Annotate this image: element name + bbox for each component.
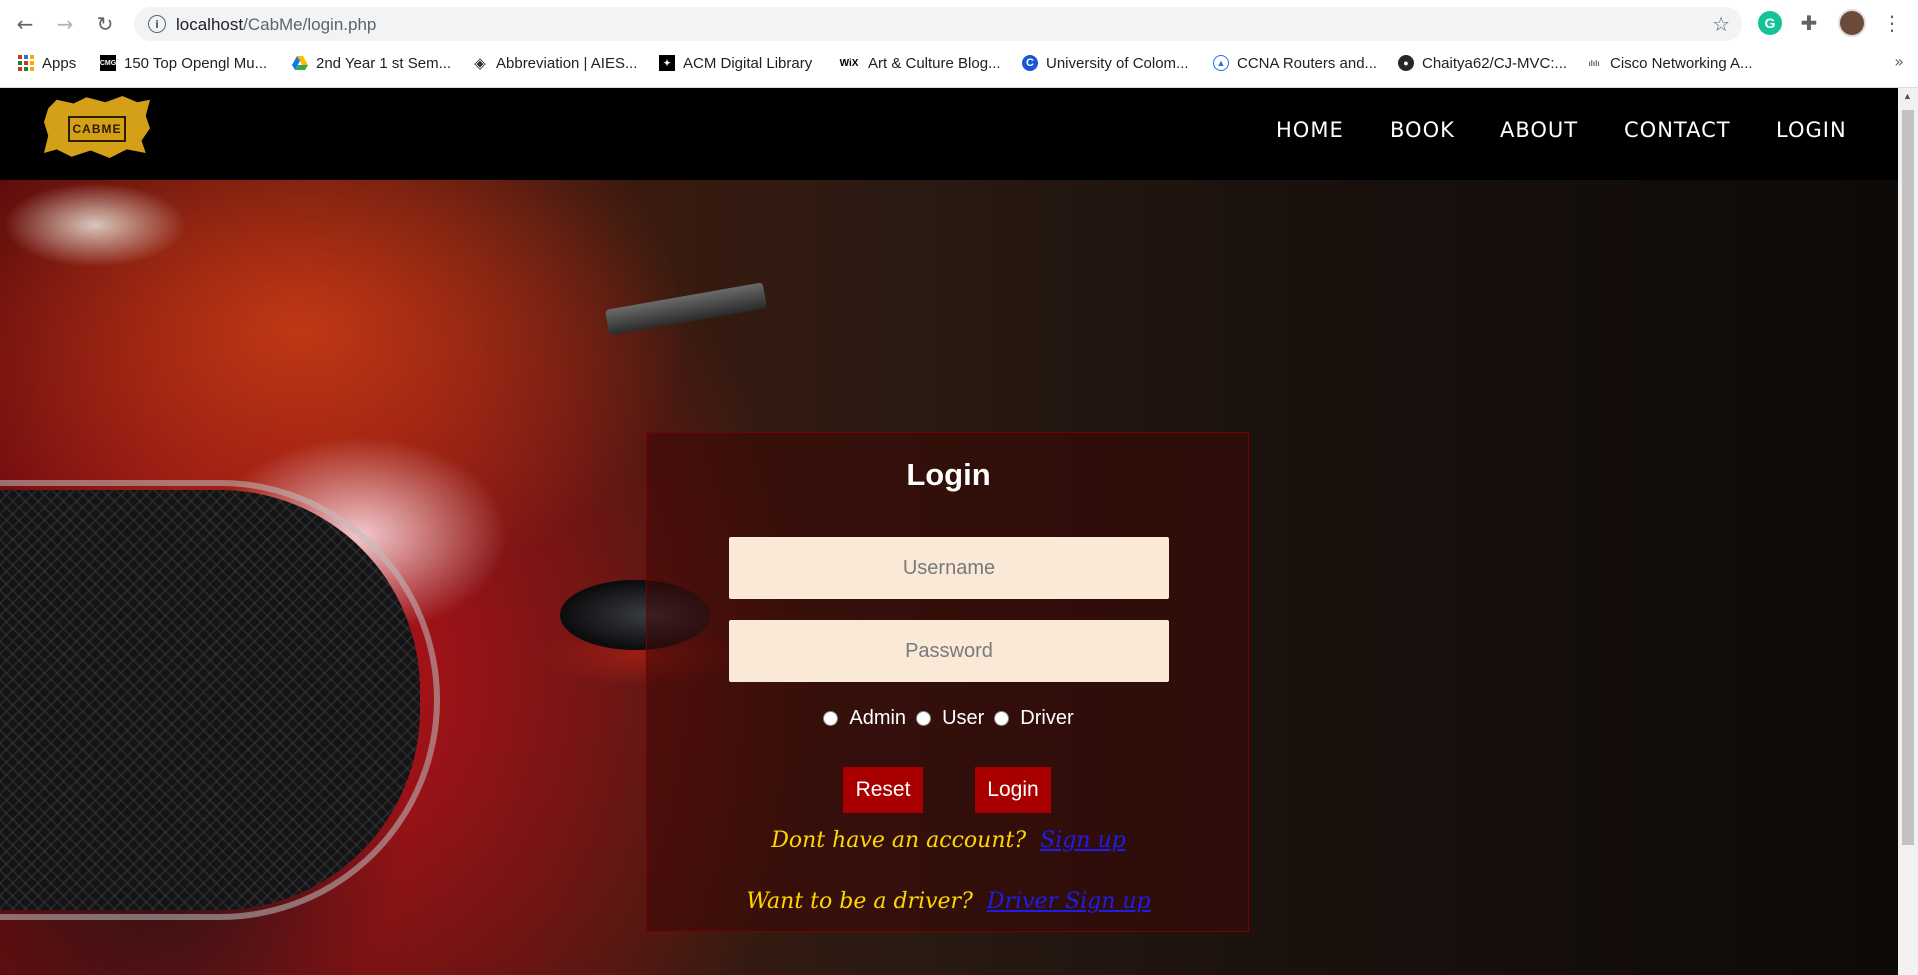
grammarly-extension-icon[interactable]: G xyxy=(1758,11,1782,35)
back-icon[interactable]: ← xyxy=(10,9,40,39)
reload-icon[interactable]: ↻ xyxy=(90,9,120,39)
login-title: Login xyxy=(906,457,991,492)
cmg-favicon: CMG xyxy=(100,55,116,71)
profile-avatar[interactable] xyxy=(1838,9,1866,37)
site-info-icon[interactable]: i xyxy=(148,15,166,33)
bookmark-item[interactable]: ılılı Cisco Networking A... xyxy=(1586,53,1753,73)
acm-favicon: ✦ xyxy=(659,55,675,71)
bookmark-item[interactable]: C University of Colom... xyxy=(1022,53,1189,73)
site-navbar: CABME HOME BOOK ABOUT CONTACT LOGIN xyxy=(0,88,1898,180)
bookmark-item[interactable]: 2nd Year 1 st Sem... xyxy=(292,53,451,73)
cisco-favicon: ılılı xyxy=(1588,58,1600,68)
password-input[interactable] xyxy=(729,620,1169,682)
role-user[interactable]: User xyxy=(916,707,984,730)
bookmark-label: Abbreviation | AIES... xyxy=(496,54,638,72)
url-text[interactable]: localhost/CabMe/login.php xyxy=(176,15,376,35)
hero-background-car-image: Login Admin User Driver Reset Login xyxy=(0,180,1898,975)
bookmark-apps[interactable]: Apps xyxy=(18,53,76,73)
extensions-puzzle-icon[interactable]: ✚ xyxy=(1797,11,1821,35)
cabme-logo[interactable]: CABME xyxy=(44,96,150,158)
logo-text: CABME xyxy=(68,116,126,142)
car-mirror xyxy=(604,282,768,336)
username-input[interactable] xyxy=(729,537,1169,599)
bookmark-item[interactable]: CMG 150 Top Opengl Mu... xyxy=(100,53,267,73)
bookmark-item[interactable]: ◈ Abbreviation | AIES... xyxy=(472,53,637,73)
page-viewport: CABME HOME BOOK ABOUT CONTACT LOGIN Logi… xyxy=(0,88,1898,975)
google-drive-icon xyxy=(292,55,308,71)
more-bookmarks-icon[interactable]: » xyxy=(1894,52,1904,71)
url-path: /CabMe/login.php xyxy=(243,15,377,34)
role-driver[interactable]: Driver xyxy=(994,707,1074,730)
driver-signup-link[interactable]: Driver Sign up xyxy=(987,889,1151,914)
signup-link[interactable]: Sign up xyxy=(1040,828,1126,853)
bookmarks-bar: Apps CMG 150 Top Opengl Mu... 2nd Year 1… xyxy=(0,49,1918,77)
browser-toolbar: ← → ↻ i localhost/CabMe/login.php ☆ G ✚ … xyxy=(0,0,1918,47)
bookmark-label: Apps xyxy=(42,54,77,72)
forward-icon[interactable]: → xyxy=(50,9,80,39)
bookmark-item[interactable]: ✦ ACM Digital Library xyxy=(659,53,812,73)
bookmark-label: Cisco Networking A... xyxy=(1610,54,1753,72)
car-grille xyxy=(0,490,420,910)
github-icon: ● xyxy=(1398,55,1414,71)
driver-signup-prompt: Want to be a driver? Driver Sign up xyxy=(647,889,1250,914)
bookmark-item[interactable]: ▲ CCNA Routers and... xyxy=(1213,53,1377,73)
diamond-favicon: ◈ xyxy=(474,54,486,72)
bookmark-item[interactable]: ● Chaitya62/CJ-MVC:... xyxy=(1398,53,1567,73)
bookmark-label: Chaitya62/CJ-MVC:... xyxy=(1422,54,1568,72)
browser-chrome: ← → ↻ i localhost/CabMe/login.php ☆ G ✚ … xyxy=(0,0,1918,88)
scrollbar-thumb[interactable] xyxy=(1902,110,1914,845)
wix-favicon: WiX xyxy=(839,57,859,69)
role-driver-label: Driver xyxy=(1020,707,1074,729)
driver-prompt-text: Want to be a driver? xyxy=(746,889,973,914)
nav-contact[interactable]: CONTACT xyxy=(1624,118,1731,142)
bookmark-label: ACM Digital Library xyxy=(683,54,813,72)
role-user-label: User xyxy=(942,707,985,729)
address-bar[interactable]: i localhost/CabMe/login.php ☆ xyxy=(134,7,1742,41)
role-radio-group: Admin User Driver xyxy=(647,707,1250,730)
ccna-favicon: ▲ xyxy=(1213,55,1229,71)
nav-about[interactable]: ABOUT xyxy=(1500,118,1578,142)
nav-home[interactable]: HOME xyxy=(1276,118,1344,142)
url-host: localhost xyxy=(176,15,244,34)
signup-prompt: Dont have an account? Sign up xyxy=(647,828,1250,853)
nav-book[interactable]: BOOK xyxy=(1390,118,1455,142)
bookmark-label: CCNA Routers and... xyxy=(1237,54,1378,72)
bookmark-star-icon[interactable]: ☆ xyxy=(1712,12,1730,36)
nav-login[interactable]: LOGIN xyxy=(1776,118,1847,142)
login-form: Login Admin User Driver Reset Login xyxy=(646,432,1249,932)
radio-user[interactable] xyxy=(916,711,932,726)
radio-admin[interactable] xyxy=(823,711,839,726)
bookmark-label: 150 Top Opengl Mu... xyxy=(124,54,268,72)
reset-button[interactable]: Reset xyxy=(843,767,923,813)
bookmark-label: University of Colom... xyxy=(1046,54,1189,72)
role-admin-label: Admin xyxy=(849,707,907,729)
scroll-up-icon[interactable]: ▲ xyxy=(1903,91,1912,101)
role-admin[interactable]: Admin xyxy=(823,707,906,730)
login-button[interactable]: Login xyxy=(975,767,1051,813)
bookmark-label: Art & Culture Blog... xyxy=(868,54,1001,72)
university-favicon: C xyxy=(1022,55,1038,71)
page-scrollbar[interactable]: ▲ xyxy=(1898,88,1918,975)
signup-prompt-text: Dont have an account? xyxy=(771,828,1027,853)
radio-driver[interactable] xyxy=(994,711,1010,726)
apps-grid-icon xyxy=(18,55,34,71)
bookmark-label: 2nd Year 1 st Sem... xyxy=(316,54,452,72)
bookmark-item[interactable]: WiX Art & Culture Blog... xyxy=(838,53,1001,73)
browser-menu-icon[interactable]: ⋮ xyxy=(1880,11,1904,35)
